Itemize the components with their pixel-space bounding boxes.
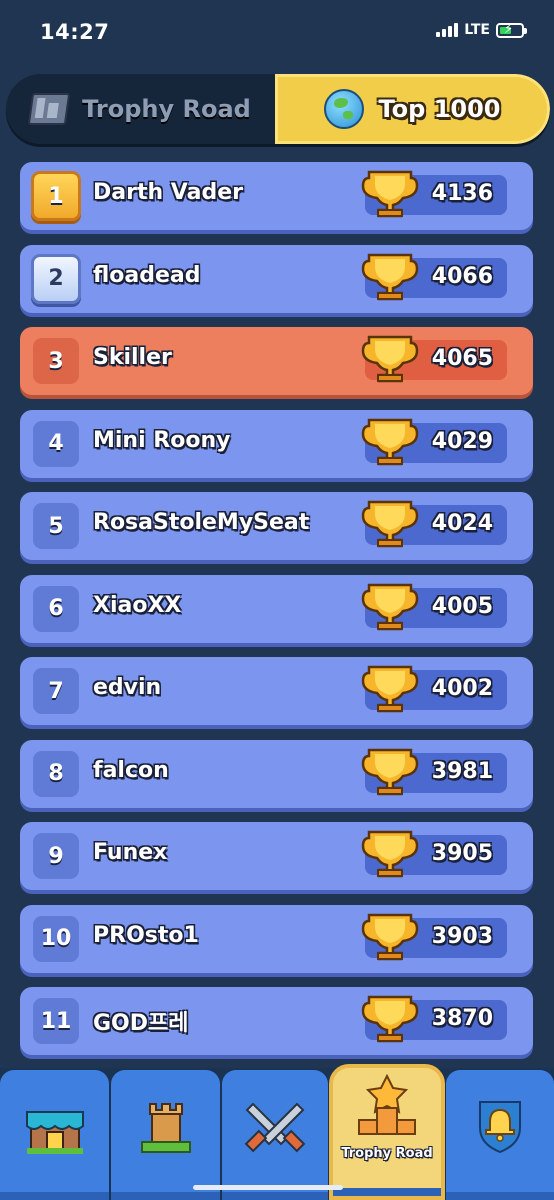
tab-top-1000[interactable]: Top 1000 xyxy=(275,74,550,144)
trophy-icon xyxy=(361,249,419,303)
rank-badge: 9 xyxy=(33,833,79,879)
trophy-count: 3905 xyxy=(431,841,493,866)
trophy-icon xyxy=(361,331,419,385)
status-bar: 14:27 LTE ⚡ xyxy=(0,0,554,64)
nav-trophy-road-label: Trophy Road xyxy=(341,1146,433,1161)
player-name: Funex xyxy=(93,840,168,865)
trophy-icon xyxy=(361,661,419,715)
tab-trophy-road[interactable]: Trophy Road xyxy=(6,74,275,144)
home-indicator xyxy=(193,1185,343,1190)
trophy-icon xyxy=(361,826,419,880)
status-indicators: LTE ⚡ xyxy=(436,22,527,38)
trophy-icon xyxy=(361,579,419,633)
leaderboard-row[interactable]: 4 Mini Roony 4029 xyxy=(20,409,533,478)
bottom-navigation: Trophy Road xyxy=(0,1064,554,1200)
leaderboard-row[interactable]: 3 Skiller 4065 xyxy=(20,327,533,395)
player-name: edvin xyxy=(93,675,162,700)
trophy-icon xyxy=(361,414,419,468)
rank-badge: 4 xyxy=(33,420,79,467)
tab-top-1000-label: Top 1000 xyxy=(378,95,501,123)
rank-badge: 1 xyxy=(31,171,81,221)
player-name: falcon xyxy=(93,757,169,783)
leaderboard-row[interactable]: 11 GOD프레 3870 xyxy=(20,987,533,1055)
trophy-count-box: 4029 xyxy=(361,418,507,465)
trophy-icon xyxy=(361,166,419,220)
trophy-count: 4029 xyxy=(431,428,493,454)
player-name: RosaStoleMySeat xyxy=(93,510,310,535)
signal-icon xyxy=(436,23,459,37)
player-name: XiaoXX xyxy=(93,592,182,618)
trophy-count: 4005 xyxy=(431,593,493,619)
player-name: Skiller xyxy=(93,345,172,370)
leaderboard-row[interactable]: 9 Funex 3905 xyxy=(20,822,533,890)
trophy-count-box: 4002 xyxy=(361,665,507,713)
trophy-count: 4024 xyxy=(431,511,493,536)
rank-badge: 7 xyxy=(33,668,79,714)
player-name: PROsto1 xyxy=(93,922,199,948)
leaderboard-row[interactable]: 10 PROsto1 3903 xyxy=(20,904,533,973)
tower-icon xyxy=(140,1103,191,1153)
leaderboard-row[interactable]: 1 Darth Vader 4136 xyxy=(20,162,533,230)
trophy-count: 3981 xyxy=(431,758,493,784)
shop-icon xyxy=(25,1111,84,1154)
player-name: GOD프레 xyxy=(93,1011,189,1036)
leaderboard-row[interactable]: 6 XiaoXX 4005 xyxy=(20,574,533,643)
player-name: floadead xyxy=(93,262,201,288)
tab-trophy-road-label: Trophy Road xyxy=(82,95,251,123)
trophy-count-box: 4024 xyxy=(361,500,507,548)
trophy-count-box: 3905 xyxy=(361,830,507,878)
rank-badge: 2 xyxy=(31,253,81,304)
leaderboard-row[interactable]: 2 floadead 4066 xyxy=(20,244,533,313)
trophy-count: 4066 xyxy=(431,263,493,289)
rank-badge: 8 xyxy=(33,750,79,797)
status-time: 14:27 xyxy=(40,20,110,44)
leaderboard-list: 1 Darth Vader 4136 2 floadead 4066 3 Skiller 406… xyxy=(20,162,533,1070)
trophy-icon xyxy=(361,496,419,550)
nav-tab-trophy-road[interactable]: Trophy Road xyxy=(329,1064,445,1200)
nav-tab-battle[interactable] xyxy=(222,1070,328,1200)
battery-icon: ⚡ xyxy=(496,22,527,38)
player-name: Mini Roony xyxy=(93,427,231,453)
rank-badge: 3 xyxy=(33,338,79,384)
leaderboard-tabs: Trophy Road Top 1000 xyxy=(6,74,550,144)
trophy-count-box: 3903 xyxy=(361,913,507,960)
trophy-count-box: 3981 xyxy=(361,748,507,795)
trophy-count-box: 4066 xyxy=(361,253,507,300)
leaderboard-row[interactable]: 5 RosaStoleMySeat 4024 xyxy=(20,492,533,560)
trophy-count: 4002 xyxy=(431,676,493,701)
globe-icon xyxy=(324,89,365,129)
trophy-icon xyxy=(361,991,419,1045)
nav-tab-towers[interactable] xyxy=(111,1070,220,1200)
trophy-icon xyxy=(361,744,419,798)
trophy-count: 3903 xyxy=(431,923,493,949)
rank-badge: 6 xyxy=(33,585,79,632)
trophy-count: 4136 xyxy=(431,181,493,206)
trophy-icon xyxy=(361,909,419,963)
clan-bell-icon xyxy=(479,1101,521,1154)
trophy-count: 4065 xyxy=(431,346,493,371)
leaderboard-icon xyxy=(27,93,71,125)
trophy-count-box: 4005 xyxy=(361,583,507,630)
trophy-count-box: 4065 xyxy=(361,335,507,383)
battle-swords-icon xyxy=(244,1102,306,1153)
network-type: LTE xyxy=(464,22,490,38)
nav-tab-shop[interactable] xyxy=(0,1070,109,1200)
leaderboard-row[interactable]: 7 edvin 4002 xyxy=(20,657,533,725)
trophy-count-box: 3870 xyxy=(361,995,507,1043)
leaderboard-row[interactable]: 8 falcon 3981 xyxy=(20,739,533,808)
nav-tab-clan[interactable] xyxy=(446,1070,554,1200)
player-name: Darth Vader xyxy=(93,180,243,205)
trophy-count-box: 4136 xyxy=(361,170,507,218)
trophy-road-podium-icon xyxy=(358,1074,416,1135)
rank-badge: 10 xyxy=(33,915,79,962)
trophy-count: 3870 xyxy=(431,1006,493,1031)
rank-badge: 5 xyxy=(33,503,79,549)
rank-badge: 11 xyxy=(33,998,79,1044)
